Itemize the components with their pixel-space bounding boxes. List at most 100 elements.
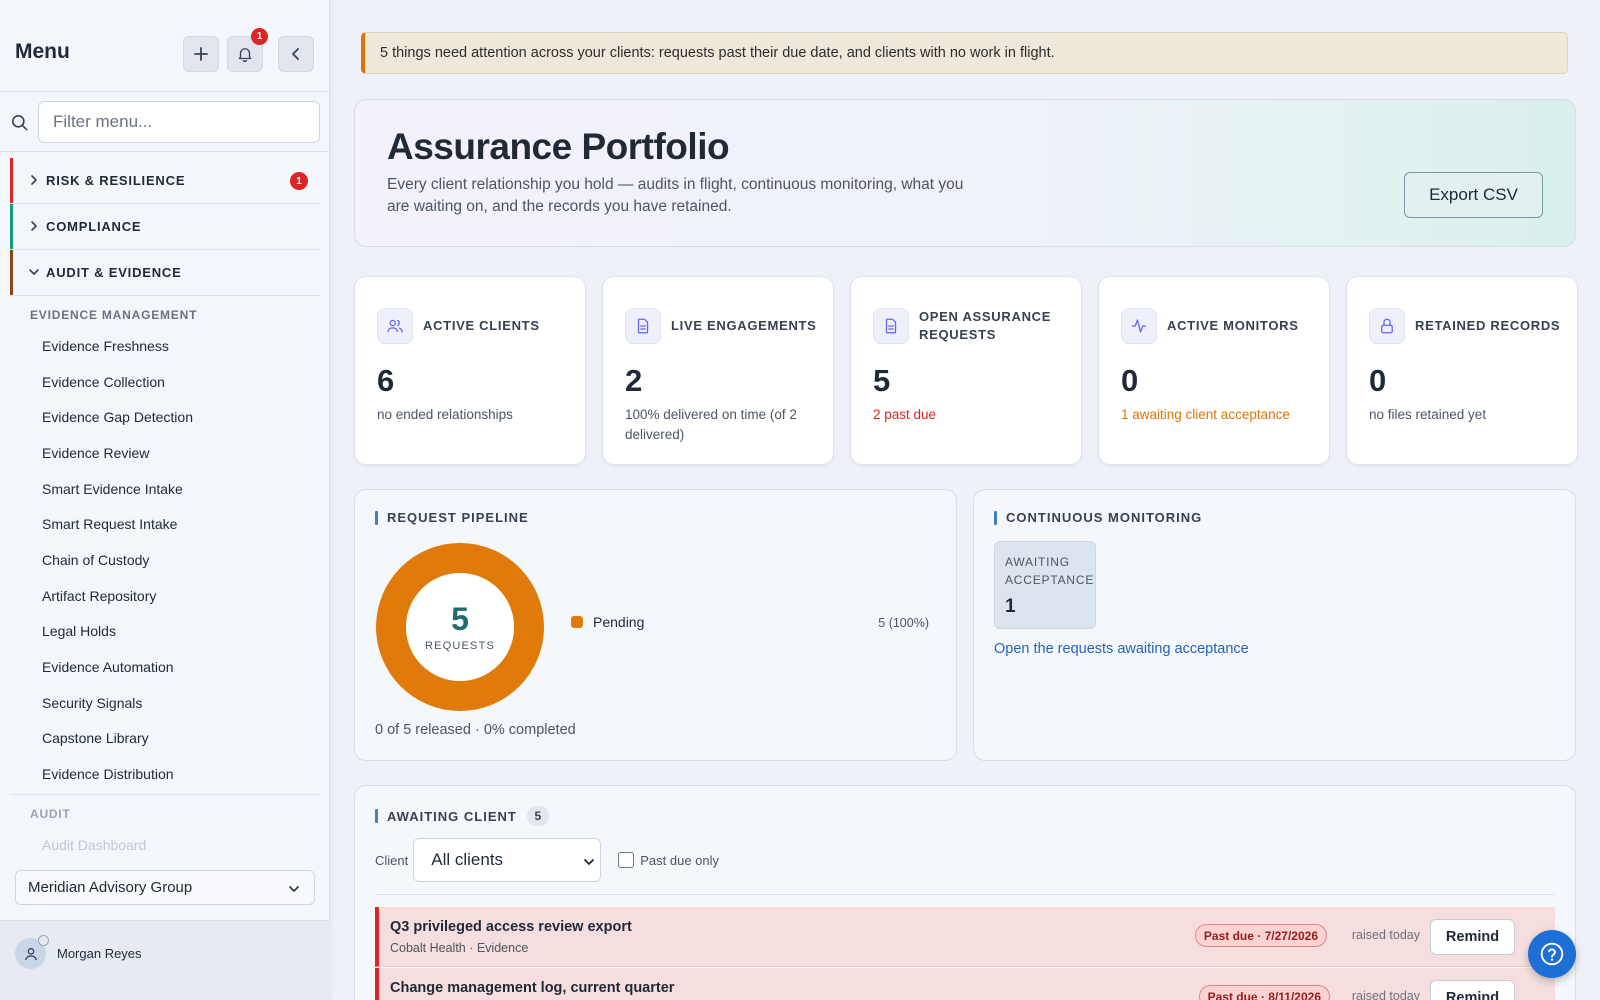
notification-badge: 1 [251, 28, 268, 45]
continuous-monitoring-panel: CONTINUOUS MONITORING AWAITING ACCEPTANC… [973, 489, 1576, 761]
nav-item-smart-request-intake[interactable]: Smart Request Intake [10, 506, 320, 542]
attention-alert: 5 things need attention across your clie… [361, 32, 1568, 74]
sidebar-header: Menu 1 [0, 0, 330, 92]
group-color-bar [10, 204, 13, 249]
past-due-checkbox[interactable] [618, 852, 635, 868]
remind-button[interactable]: Remind [1430, 919, 1515, 955]
legend-value: 5 (100%) [878, 616, 929, 630]
nav-group-label: COMPLIANCE [46, 219, 142, 234]
chevron-left-icon [292, 48, 299, 60]
chevron-right-icon [31, 175, 37, 185]
nav-item-evidence-freshness[interactable]: Evidence Freshness [10, 328, 320, 364]
organization-select-value: Meridian Advisory Group [28, 879, 193, 896]
avatar [15, 935, 49, 969]
stat-label: OPEN ASSURANCE REQUESTS [919, 309, 1052, 342]
help-icon [1540, 942, 1564, 966]
nav-group-label: RISK & RESILIENCE [46, 173, 186, 188]
donut-total: 5 [451, 601, 469, 637]
divider [375, 894, 1555, 895]
plus-icon [194, 47, 208, 61]
stat-label: RETAINED RECORDS [1415, 318, 1561, 333]
raised-date: raised today [1351, 989, 1420, 1000]
stat-card-active-monitors: ACTIVE MONITORS 0 1 awaiting client acce… [1098, 276, 1330, 465]
request-subtitle: Cobalt Health · Evidence [390, 941, 529, 955]
awaiting-acceptance-tile[interactable]: AWAITING ACCEPTANCE 1 [994, 541, 1096, 629]
legend-swatch [571, 616, 583, 628]
legend-item-pending: Pending [571, 614, 644, 630]
bell-icon [238, 48, 252, 63]
stat-label: LIVE ENGAGEMENTS [671, 318, 817, 333]
nav-item-evidence-distribution[interactable]: Evidence Distribution [10, 756, 320, 792]
request-title: Change management log, current quarter [390, 980, 675, 996]
lock-icon [1369, 308, 1405, 344]
stat-card-live-engagements: LIVE ENGAGEMENTS 2 100% delivered on tim… [602, 276, 834, 465]
page-title: Assurance Portfolio [387, 126, 730, 167]
nav-item-evidence-review[interactable]: Evidence Review [10, 435, 320, 471]
filter-row: Client All clients Past due only [375, 838, 719, 882]
nav-item-capstone-library[interactable]: Capstone Library [10, 721, 320, 757]
user-icon [24, 947, 37, 960]
nav-item-legal-holds[interactable]: Legal Holds [10, 614, 320, 650]
user-name: Morgan Reyes [57, 946, 142, 961]
request-row[interactable]: Change management log, current quarter P… [375, 968, 1555, 1000]
nav-subheading-audit: AUDIT [30, 806, 71, 821]
awaiting-count-badge: 5 [526, 806, 549, 826]
group-color-bar [10, 250, 13, 295]
nav-item-evidence-automation[interactable]: Evidence Automation [10, 649, 320, 685]
add-button[interactable] [183, 36, 219, 72]
stat-subtext: no files retained yet [1369, 407, 1487, 422]
portfolio-header: Assurance Portfolio Every client relatio… [354, 99, 1576, 247]
filter-menu-input[interactable] [38, 101, 320, 143]
stat-label: ACTIVE MONITORS [1167, 318, 1299, 333]
donut-center: 5 REQUESTS [375, 542, 545, 712]
stat-label: ACTIVE CLIENTS [423, 318, 540, 333]
nav-item-chain-of-custody[interactable]: Chain of Custody [10, 542, 320, 578]
stat-card-open-requests: OPEN ASSURANCE REQUESTS 5 2 past due [850, 276, 1082, 465]
tile-label: AWAITING ACCEPTANCE [1005, 555, 1095, 587]
nav-item-security-signals[interactable]: Security Signals [10, 685, 320, 721]
nav-item-evidence-collection[interactable]: Evidence Collection [10, 364, 320, 400]
user-profile[interactable]: Morgan Reyes [0, 920, 330, 1000]
nav-group-compliance[interactable]: COMPLIANCE [10, 204, 320, 250]
collapse-sidebar-button[interactable] [278, 36, 314, 72]
stat-value: 2 [625, 363, 643, 398]
nav-item-audit-dashboard[interactable]: Audit Dashboard [10, 827, 320, 853]
stat-value: 0 [1369, 363, 1387, 398]
stat-subtext: no ended relationships [377, 407, 513, 422]
help-button[interactable] [1528, 930, 1576, 978]
stat-card-active-clients: ACTIVE CLIENTS 6 no ended relationships [354, 276, 586, 465]
nav-group-label: AUDIT & EVIDENCE [46, 265, 182, 280]
panel-title: AWAITING CLIENT 5 [375, 806, 549, 826]
client-filter-select[interactable]: All clients [413, 838, 602, 882]
users-icon [377, 308, 413, 344]
search-icon [11, 114, 28, 131]
export-csv-button[interactable]: Export CSV [1404, 172, 1543, 218]
nav-item-smart-evidence-intake[interactable]: Smart Evidence Intake [10, 471, 320, 507]
notifications-button[interactable]: 1 [227, 28, 268, 72]
nav-group-risk-resilience[interactable]: RISK & RESILIENCE 1 [10, 158, 320, 204]
sidebar-nav: RISK & RESILIENCE 1 COMPLIANCE AUDIT & E… [10, 158, 320, 853]
request-title: Q3 privileged access review export [390, 919, 632, 935]
past-due-badge: Past due · 7/27/2026 [1194, 924, 1327, 947]
remind-button[interactable]: Remind [1430, 980, 1515, 1000]
sidebar: Menu 1 RISK & RESILIENCE 1 COMPLIANCE [0, 0, 330, 1000]
tile-value: 1 [1005, 596, 1016, 617]
sidebar-title: Menu [15, 40, 70, 63]
request-row[interactable]: Q3 privileged access review export Cobal… [375, 907, 1555, 967]
panel-title: REQUEST PIPELINE [375, 510, 529, 525]
pipeline-donut: 5 REQUESTS [375, 542, 545, 712]
past-due-badge: Past due · 8/11/2026 [1198, 985, 1330, 1000]
nav-item-artifact-repository[interactable]: Artifact Repository [10, 578, 320, 614]
nav-group-audit-evidence[interactable]: AUDIT & EVIDENCE [10, 250, 320, 296]
page-description: Every client relationship you hold — aud… [387, 176, 964, 215]
chevron-down-icon [29, 269, 39, 275]
organization-select[interactable]: Meridian Advisory Group [15, 870, 315, 905]
legend-label: Pending [593, 614, 645, 630]
stat-subtext: 1 awaiting client acceptance [1121, 407, 1290, 422]
stat-value: 6 [377, 363, 395, 398]
awaiting-acceptance-link[interactable]: Open the requests awaiting acceptance [994, 641, 1249, 657]
panel-title: CONTINUOUS MONITORING [994, 510, 1202, 525]
client-filter-label: Client [375, 852, 409, 868]
stat-value: 5 [873, 363, 891, 398]
nav-item-evidence-gap-detection[interactable]: Evidence Gap Detection [10, 399, 320, 435]
